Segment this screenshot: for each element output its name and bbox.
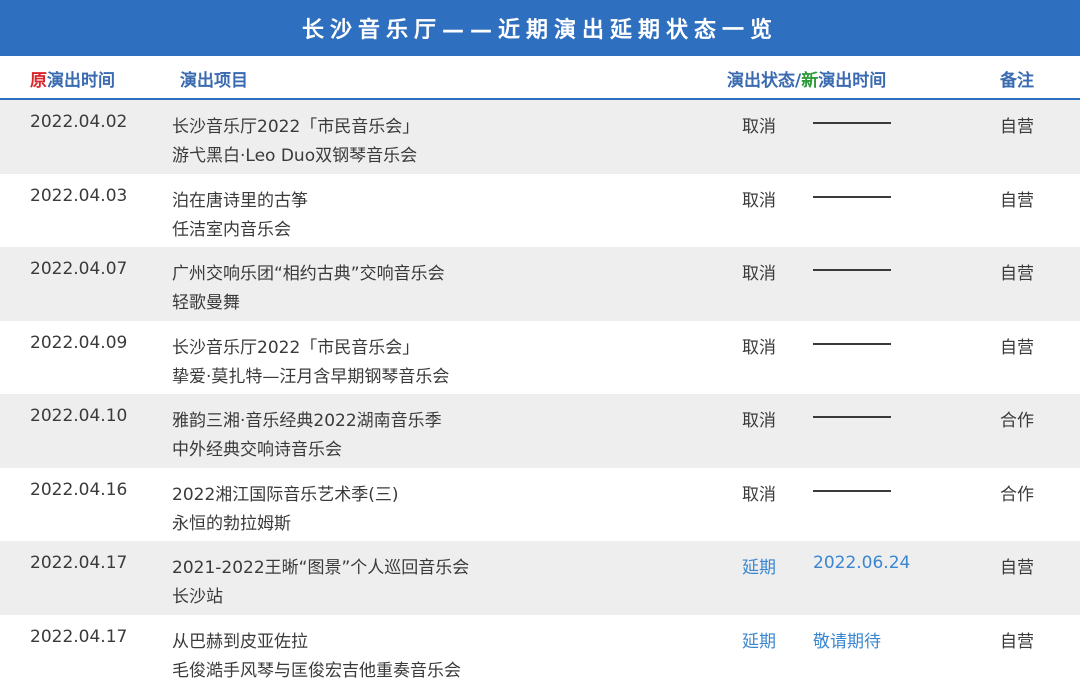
row-program-line1: 2021-2022王晰“图景”个人巡回音乐会 xyxy=(172,558,470,578)
row-note: 自营 xyxy=(1000,264,1034,284)
table-row: 2022.04.07 广州交响乐团“相约古典”交响音乐会 轻歌曼舞 取消 自营 xyxy=(0,247,1080,321)
row-program-line1: 泊在唐诗里的古筝 xyxy=(172,190,308,211)
row-date: 2022.04.07 xyxy=(30,259,128,279)
row-note: 自营 xyxy=(1000,337,1034,358)
row-note: 自营 xyxy=(1000,558,1034,578)
row-status: 延期 xyxy=(742,558,776,578)
table-row: 2022.04.17 2021-2022王晰“图景”个人巡回音乐会 长沙站 延期 202… xyxy=(0,541,1080,615)
row-program-line1: 从巴赫到皮亚佐拉 xyxy=(172,631,308,652)
row-program-line2: 轻歌曼舞 xyxy=(172,293,240,313)
row-new-time: 敬请期待 xyxy=(813,631,881,652)
row-new-time: 2022.06.24 xyxy=(813,553,911,573)
row-program-line2: 任洁室内音乐会 xyxy=(172,219,291,240)
table-body: 2022.04.02 长沙音乐厅2022「市民音乐会」 游弋黑白·Leo Duo双钢… xyxy=(0,100,1080,688)
header-note: 备注 xyxy=(1000,71,1034,91)
row-note: 自营 xyxy=(1000,117,1034,137)
row-new-time-dash xyxy=(813,489,891,492)
row-date: 2022.04.09 xyxy=(30,332,128,353)
row-status: 取消 xyxy=(742,484,776,505)
row-note: 合作 xyxy=(1000,484,1034,505)
row-status: 取消 xyxy=(742,117,776,137)
title-bar: 长沙音乐厅——近期演出延期状态一览 xyxy=(0,0,1080,56)
row-program-line1: 2022湘江国际音乐艺术季(三) xyxy=(172,484,399,505)
row-note: 自营 xyxy=(1000,631,1034,652)
row-date: 2022.04.03 xyxy=(30,185,128,206)
row-program-line2: 永恒的勃拉姆斯 xyxy=(172,513,291,534)
table-row: 2022.04.02 长沙音乐厅2022「市民音乐会」 游弋黑白·Leo Duo双钢… xyxy=(0,100,1080,174)
row-program-line1: 广州交响乐团“相约古典”交响音乐会 xyxy=(172,264,445,284)
header-date: 原演出时间 xyxy=(30,66,115,91)
table-row: 2022.04.09 长沙音乐厅2022「市民音乐会」挚爱·莫扎特—汪月含早期钢琴… xyxy=(0,321,1080,395)
row-program-line1: 雅韵三湘·音乐经典2022湖南音乐季 xyxy=(172,411,442,431)
row-new-time-dash xyxy=(813,122,891,124)
row-program-line2: 毛俊澔手风琴与匡俊宏吉他重奏音乐会 xyxy=(172,660,461,681)
row-status: 取消 xyxy=(742,264,776,284)
header-date-label: 演出时间 xyxy=(47,71,115,91)
row-program-line2: 中外经典交响诗音乐会 xyxy=(172,440,342,460)
table-row: 2022.04.03 泊在唐诗里的古筝 任洁室内音乐会 取消 自营 xyxy=(0,174,1080,248)
row-date: 2022.04.02 xyxy=(30,112,128,132)
row-new-time-dash xyxy=(813,342,891,345)
row-program-line2: 长沙站 xyxy=(172,587,223,607)
row-new-time-dash xyxy=(813,195,891,198)
row-status: 延期 xyxy=(742,631,776,652)
table-row: 2022.04.17 从巴赫到皮亚佐拉毛俊澔手风琴与匡俊宏吉他重奏音乐会 延期 敬请期… xyxy=(0,615,1080,688)
row-date: 2022.04.17 xyxy=(30,626,128,647)
row-date: 2022.04.17 xyxy=(30,553,128,573)
page-title: 长沙音乐厅——近期演出延期状态一览 xyxy=(301,18,778,43)
row-status: 取消 xyxy=(742,411,776,431)
header-new-prefix: 新 xyxy=(801,71,819,91)
table-row: 2022.04.16 2022湘江国际音乐艺术季(三) 永恒的勃拉姆斯 取消 合作 xyxy=(0,468,1080,542)
row-date: 2022.04.16 xyxy=(30,479,128,500)
row-new-time-dash xyxy=(813,416,891,418)
row-date: 2022.04.10 xyxy=(30,406,128,426)
row-program-line1: 长沙音乐厅2022「市民音乐会」 xyxy=(172,117,420,137)
header-date-prefix: 原 xyxy=(30,71,47,91)
header-status: 演出状态/新演出时间 xyxy=(727,66,886,91)
row-note: 自营 xyxy=(1000,190,1034,211)
table-header: 原演出时间 演出项目 演出状态/新演出时间 备注 xyxy=(0,56,1080,100)
row-program-line1: 长沙音乐厅2022「市民音乐会」 xyxy=(172,337,420,358)
row-program-line2: 挚爱·莫扎特—汪月含早期钢琴音乐会 xyxy=(172,366,450,387)
table-row: 2022.04.10 雅韵三湘·音乐经典2022湖南音乐季 中外经典交响诗音乐会 取消… xyxy=(0,394,1080,468)
row-note: 合作 xyxy=(1000,411,1034,431)
row-program-line2: 游弋黑白·Leo Duo双钢琴音乐会 xyxy=(172,146,418,166)
row-status: 取消 xyxy=(742,190,776,211)
header-program: 演出项目 xyxy=(180,71,248,91)
row-status: 取消 xyxy=(742,337,776,358)
row-new-time-dash xyxy=(813,269,891,271)
header-new-label: 演出时间 xyxy=(818,71,887,91)
header-status-label: 演出状态/ xyxy=(727,71,802,91)
